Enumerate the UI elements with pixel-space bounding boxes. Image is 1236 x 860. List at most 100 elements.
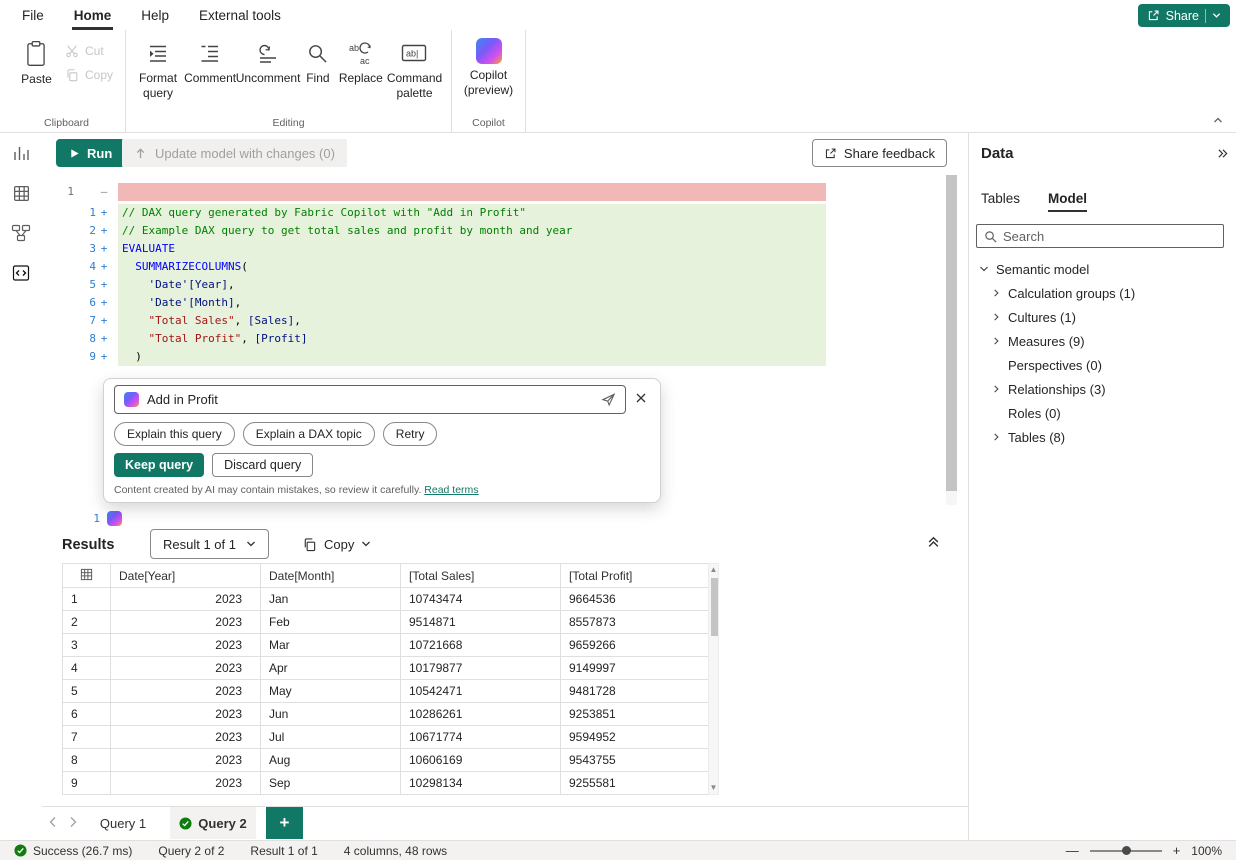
command-palette-button[interactable]: ab| Command palette [386,38,443,101]
tree-item-roles[interactable]: Roles (0) [969,401,1236,425]
replace-button[interactable]: ab ac Replace [338,38,384,86]
share-button[interactable]: Share [1137,4,1230,27]
tree-item-relationships[interactable]: Relationships (3) [969,377,1236,401]
tab-query-2[interactable]: Query 2 [170,807,256,839]
year-cell[interactable]: 2023 [110,748,261,772]
month-cell[interactable]: Sep [260,771,401,795]
row-number-cell[interactable]: 7 [62,725,111,749]
scrollbar-thumb[interactable] [711,578,718,636]
chevron-right-icon[interactable] [990,336,1002,346]
removed-line[interactable]: 1 — [42,183,968,201]
month-cell[interactable]: Feb [260,610,401,634]
tree-item-calculation-groups[interactable]: Calculation groups (1) [969,281,1236,305]
code-line[interactable]: 6 + 'Date'[Month], [42,294,968,312]
month-cell[interactable]: Aug [260,748,401,772]
chevron-right-icon[interactable] [990,432,1002,442]
code-editor[interactable]: 1 — 1 +// DAX query generated by Fabric C… [42,183,968,366]
menu-help[interactable]: Help [141,8,169,23]
chevron-right-icon[interactable] [990,384,1002,394]
tree-item-measures[interactable]: Measures (9) [969,329,1236,353]
scrollbar-thumb[interactable] [946,175,957,491]
zoom-in-button[interactable]: + [1173,843,1181,858]
year-cell[interactable]: 2023 [110,725,261,749]
tree-item-cultures[interactable]: Cultures (1) [969,305,1236,329]
result-selector-button[interactable]: Result 1 of 1 [150,529,269,559]
model-view-button[interactable] [0,213,42,253]
discard-query-button[interactable]: Discard query [212,453,314,477]
row-number-cell[interactable]: 5 [62,679,111,703]
total-profit-cell[interactable]: 8557873 [560,610,709,634]
tab-tables[interactable]: Tables [981,191,1020,212]
row-number-cell[interactable]: 1 [62,587,111,611]
collapse-ribbon-button[interactable] [1212,114,1224,126]
year-cell[interactable]: 2023 [110,656,261,680]
total-sales-cell[interactable]: 9514871 [400,610,561,634]
tab-model[interactable]: Model [1048,191,1088,212]
chevron-right-icon[interactable] [990,312,1002,322]
total-sales-cell[interactable]: 10542471 [400,679,561,703]
year-cell[interactable]: 2023 [110,610,261,634]
run-button[interactable]: Run [56,139,126,167]
code-line[interactable]: 8 + "Total Profit", [Profit] [42,330,968,348]
row-number-cell[interactable]: 2 [62,610,111,634]
zoom-out-button[interactable]: — [1066,843,1079,858]
zoom-slider[interactable] [1089,845,1162,855]
search-input[interactable] [1003,228,1216,244]
code-line[interactable]: 3 + EVALUATE [42,240,968,258]
column-header[interactable]: Date[Month] [260,563,401,588]
row-number-cell[interactable]: 3 [62,633,111,657]
month-cell[interactable]: Apr [260,656,401,680]
total-profit-cell[interactable]: 9664536 [560,587,709,611]
chip-retry[interactable]: Retry [382,422,438,446]
code-line[interactable]: 1 +// DAX query generated by Fabric Copil… [42,204,968,222]
year-cell[interactable]: 2023 [110,587,261,611]
copilot-icon[interactable] [107,511,122,526]
row-number-cell[interactable]: 9 [62,771,111,795]
menu-file[interactable]: File [22,8,44,23]
total-sales-cell[interactable]: 10671774 [400,725,561,749]
copilot-prompt-input[interactable] [147,392,593,407]
zoom-slider-thumb[interactable] [1121,845,1131,855]
total-profit-cell[interactable]: 9253851 [560,702,709,726]
total-sales-cell[interactable]: 10179877 [400,656,561,680]
tab-query-1[interactable]: Query 1 [88,807,158,839]
total-sales-cell[interactable]: 10286261 [400,702,561,726]
chip-explain-this-query[interactable]: Explain this query [114,422,235,446]
dax-query-view-button[interactable] [0,253,42,293]
total-profit-cell[interactable]: 9594952 [560,725,709,749]
total-profit-cell[interactable]: 9481728 [560,679,709,703]
month-cell[interactable]: Jul [260,725,401,749]
chevron-down-icon[interactable] [978,264,990,274]
find-button[interactable]: Find [300,38,336,86]
total-profit-cell[interactable]: 9149997 [560,656,709,680]
copilot-button[interactable]: Copilot (preview) [460,38,517,98]
editor-scrollbar[interactable] [946,175,957,505]
copilot-prompt-box[interactable] [114,385,626,414]
uncomment-button[interactable]: Uncomment [236,38,300,86]
table-view-button[interactable] [0,173,42,213]
total-profit-cell[interactable]: 9255581 [560,771,709,795]
select-all-cell[interactable] [62,563,111,588]
collapse-results-button[interactable] [927,535,940,548]
month-cell[interactable]: May [260,679,401,703]
paste-button[interactable]: Paste [16,38,57,86]
keep-query-button[interactable]: Keep query [114,453,205,477]
code-line[interactable]: 9 + ) [42,348,968,366]
month-cell[interactable]: Jan [260,587,401,611]
year-cell[interactable]: 2023 [110,771,261,795]
tree-item-tables[interactable]: Tables (8) [969,425,1236,449]
menu-external-tools[interactable]: External tools [199,8,281,23]
tree-item-semantic-model[interactable]: Semantic model [969,257,1236,281]
chevron-right-icon[interactable] [990,288,1002,298]
row-number-cell[interactable]: 6 [62,702,111,726]
scroll-up-button[interactable]: ▲ [710,565,718,575]
row-number-cell[interactable]: 4 [62,656,111,680]
send-button[interactable] [601,392,616,407]
scroll-down-button[interactable]: ▼ [710,783,718,793]
total-profit-cell[interactable]: 9543755 [560,748,709,772]
year-cell[interactable]: 2023 [110,702,261,726]
report-view-button[interactable] [0,133,42,173]
column-header[interactable]: Date[Year] [110,563,261,588]
chip-explain-a-dax-topic[interactable]: Explain a DAX topic [242,422,375,446]
total-sales-cell[interactable]: 10606169 [400,748,561,772]
